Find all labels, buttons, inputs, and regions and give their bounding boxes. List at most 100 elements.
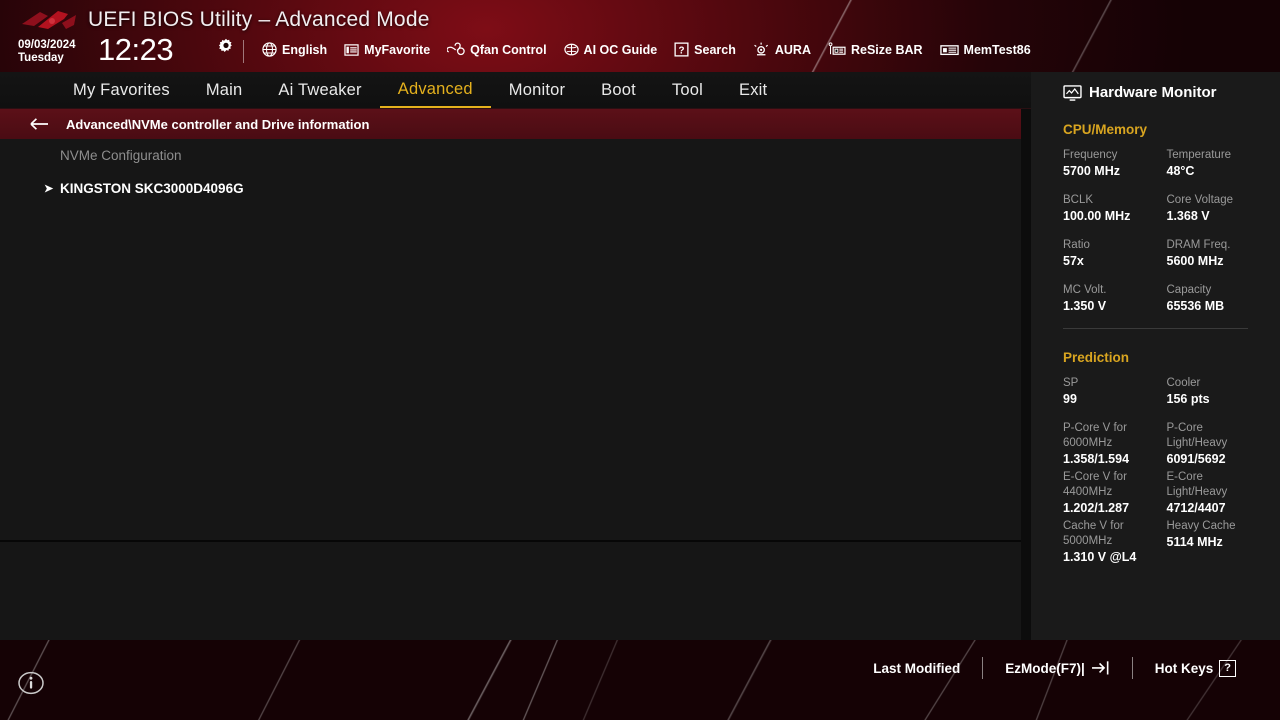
section-label-text: NVMe Configuration (60, 148, 182, 163)
ezmode-button[interactable]: EzMode(F7)| (983, 660, 1132, 676)
hardware-monitor-title: Hardware Monitor (1031, 84, 1280, 101)
tab-advanced[interactable]: Advanced (379, 72, 491, 108)
hw-cell-cache-voltage: Cache V for 5000MHz 1.310 V @L4 (1063, 519, 1167, 566)
hw-key-highlight: 4400MHz (1063, 486, 1113, 498)
last-modified-label: Last Modified (873, 660, 961, 676)
tab-exit[interactable]: Exit (721, 72, 785, 109)
hw-value: 1.310 V @L4 (1063, 550, 1137, 564)
header-item-label: AURA (774, 42, 811, 57)
tab-ai-tweaker[interactable]: Ai Tweaker (260, 72, 379, 109)
hw-cell-sp: SP 99 (1063, 376, 1167, 408)
header-divider (243, 40, 244, 63)
hw-grid-prediction: SP 99 Cooler 156 pts P-Core V for 6000MH… (1031, 376, 1280, 566)
hw-row: Frequency 5700 MHz Temperature 48°C (1063, 148, 1270, 180)
hardware-monitor-title-text: Hardware Monitor (1089, 84, 1217, 101)
tab-tool[interactable]: Tool (654, 72, 721, 109)
hw-key-highlight: 5000MHz (1063, 535, 1113, 547)
header-item-label: English (282, 42, 328, 57)
hw-cell-ecore-voltage: E-Core V for 4400MHz 1.202/1.287 (1063, 470, 1167, 517)
hot-keys-label: Hot Keys (1154, 660, 1214, 676)
header-item-label: Qfan Control (470, 42, 547, 57)
hw-value: 65536 MB (1166, 299, 1225, 313)
header-shortcuts: English MyFavorite Qfan Control AI OC Gu… (262, 42, 1031, 57)
content-scrollbar-gutter[interactable] (1021, 109, 1031, 640)
hw-key: Core Voltage (1166, 194, 1234, 206)
list-item-label: KINGSTON SKC3000D4096G (60, 181, 244, 196)
date-text: 09/03/2024 (18, 39, 76, 51)
tab-monitor[interactable]: Monitor (491, 72, 583, 109)
hw-key: SP (1063, 377, 1079, 389)
tab-my-favorites[interactable]: My Favorites (55, 72, 188, 109)
header-item-label: AI OC Guide (583, 42, 658, 57)
header-bar: UEFI BIOS Utility – Advanced Mode 09/03/… (0, 0, 1280, 72)
hw-cell-bclk: BCLK 100.00 MHz (1063, 193, 1167, 225)
hw-cell-frequency: Frequency 5700 MHz (1063, 148, 1167, 180)
footer-actions: Last Modified EzMode(F7)| Hot Keys ? (851, 657, 1258, 679)
header-item-search[interactable]: ? Search (674, 42, 736, 57)
hw-cell-ratio: Ratio 57x (1063, 238, 1167, 270)
hw-value: 57x (1063, 254, 1084, 268)
hw-cell-mc-volt: MC Volt. 1.350 V (1063, 283, 1167, 315)
hw-key-2: Light/Heavy (1166, 486, 1228, 498)
hw-key: Heavy Cache (1166, 520, 1236, 532)
hw-key: BCLK (1063, 194, 1094, 206)
hw-value: 156 pts (1166, 392, 1210, 406)
hw-key-highlight: 6000MHz (1063, 437, 1113, 449)
hot-keys-button[interactable]: Hot Keys ? (1133, 659, 1258, 677)
content-divider (0, 540, 1021, 542)
header-item-resize-bar[interactable]: ReSize BAR (828, 42, 923, 57)
tab-boot[interactable]: Boot (583, 72, 654, 109)
header-item-label: Search (694, 42, 736, 57)
settings-list: NVMe Configuration ➤ KINGSTON SKC3000D40… (0, 139, 1021, 205)
hw-cell-pcore-voltage: P-Core V for 6000MHz 1.358/1.594 (1063, 421, 1167, 468)
header-item-english[interactable]: English (262, 42, 327, 57)
weekday-text: Tuesday (18, 52, 64, 64)
hw-cell-ecore-light-heavy: E-Core Light/Heavy 4712/4407 (1167, 470, 1271, 517)
hw-row: Ratio 57x DRAM Freq. 5600 MHz (1063, 238, 1270, 270)
question-box-icon: ? (674, 42, 689, 57)
hw-value: 100.00 MHz (1063, 209, 1131, 223)
back-arrow-icon[interactable] (30, 117, 50, 131)
header-item-aura[interactable]: AURA (753, 42, 811, 57)
page-title: UEFI BIOS Utility – Advanced Mode (88, 8, 430, 31)
star-list-icon (344, 43, 359, 56)
hw-row: MC Volt. 1.350 V Capacity 65536 MB (1063, 283, 1270, 315)
aura-light-icon (754, 42, 768, 56)
hw-key: P-Core V for (1063, 422, 1127, 434)
hw-value: 1.350 V (1063, 299, 1107, 313)
hw-row: E-Core V for 4400MHz 1.202/1.287 E-Core … (1063, 470, 1270, 517)
list-item-kingston-drive[interactable]: ➤ KINGSTON SKC3000D4096G (0, 172, 1021, 205)
hw-key: E-Core V for (1063, 471, 1127, 483)
last-modified-button[interactable]: Last Modified (851, 661, 982, 676)
hw-key: MC Volt. (1063, 284, 1107, 296)
hw-cell-capacity: Capacity 65536 MB (1167, 283, 1271, 315)
hw-row: Cache V for 5000MHz 1.310 V @L4 Heavy Ca… (1063, 519, 1270, 566)
header-item-ai-oc-guide[interactable]: AI OC Guide (563, 42, 658, 57)
hw-row: SP 99 Cooler 156 pts (1063, 376, 1270, 408)
header-item-label: MemTest86 (963, 42, 1031, 57)
breadcrumb[interactable]: Advanced\NVMe controller and Drive infor… (0, 109, 1021, 139)
hw-row: BCLK 100.00 MHz Core Voltage 1.368 V (1063, 193, 1270, 225)
hardware-monitor-panel: Hardware Monitor CPU/Memory Frequency 57… (1031, 72, 1280, 640)
header-item-qfan-control[interactable]: Qfan Control (447, 42, 547, 57)
content-panel: Advanced\NVMe controller and Drive infor… (0, 109, 1021, 695)
fan-icon (447, 42, 465, 56)
hw-value: 1.368 V (1166, 209, 1210, 223)
hw-key: Temperature (1166, 149, 1232, 161)
hw-value: 48°C (1166, 164, 1195, 178)
hw-key: Cooler (1166, 377, 1201, 389)
hw-key: Frequency (1063, 149, 1118, 161)
header-item-memtest86[interactable]: MemTest86 (939, 42, 1031, 57)
hw-cell-cooler: Cooler 156 pts (1167, 376, 1271, 408)
hw-cell-pcore-light-heavy: P-Core Light/Heavy 6091/5692 (1167, 421, 1271, 468)
tab-main[interactable]: Main (188, 72, 261, 109)
hw-value: 99 (1063, 392, 1077, 406)
hw-value: 1.358/1.594 (1063, 452, 1130, 466)
hw-value: 1.202/1.287 (1063, 501, 1130, 515)
hw-cell-temperature: Temperature 48°C (1167, 148, 1271, 180)
header-item-myfavorite[interactable]: MyFavorite (344, 43, 430, 57)
gear-icon[interactable] (218, 38, 234, 54)
hw-key: Capacity (1166, 284, 1212, 296)
hw-section-cpu-memory: CPU/Memory (1063, 122, 1148, 137)
resize-bar-icon (828, 42, 846, 55)
